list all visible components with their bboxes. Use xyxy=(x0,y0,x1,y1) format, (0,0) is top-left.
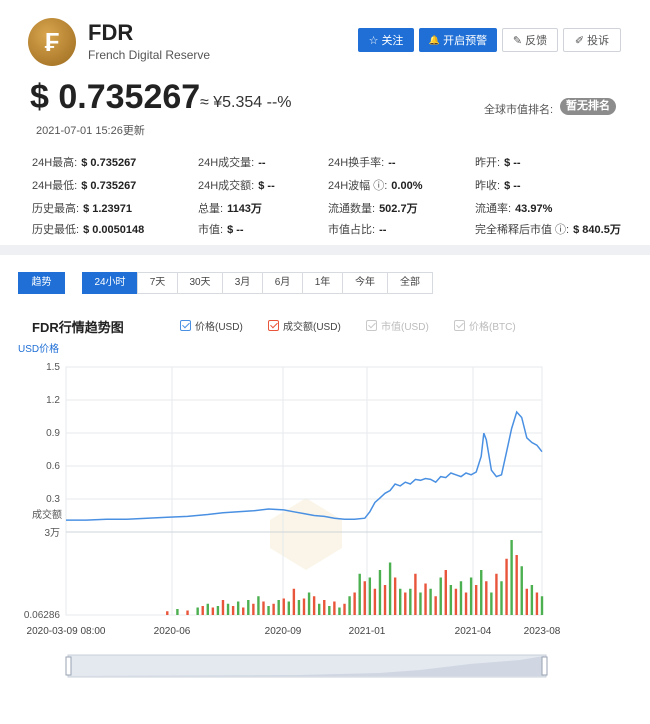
volume-bar xyxy=(363,581,366,615)
y-tick-label: 0.3 xyxy=(46,494,60,505)
volume-bar xyxy=(505,558,508,615)
volume-bar xyxy=(343,603,346,615)
volume-bar xyxy=(474,585,478,615)
volume-bar xyxy=(242,607,245,615)
volume-bar xyxy=(530,585,534,615)
zoom-handle-right xyxy=(541,656,548,676)
volume-bar xyxy=(424,583,427,615)
volume-bar xyxy=(262,601,265,615)
volume-bar xyxy=(267,606,270,615)
volume-bar xyxy=(272,603,275,615)
volume-bar xyxy=(444,570,447,615)
volume-bar xyxy=(252,603,255,615)
volume-bar xyxy=(297,600,301,615)
volume-bar xyxy=(419,592,422,615)
volume-bar xyxy=(383,585,387,615)
volume-bar xyxy=(328,606,331,615)
volume-bar xyxy=(292,588,296,615)
volume-bar xyxy=(368,577,372,615)
volume-bar xyxy=(317,603,321,615)
volume-bar xyxy=(515,555,518,615)
volume-tick-label: 3万 xyxy=(44,528,60,539)
x-tick-label: 2020-03-09 08:00 xyxy=(27,626,106,637)
x-tick-label: 2021-01 xyxy=(349,626,386,637)
volume-bar xyxy=(211,607,215,615)
volume-bar xyxy=(287,601,291,615)
zoom-handle-left xyxy=(65,656,72,676)
volume-bar xyxy=(221,600,225,615)
volume-bar xyxy=(388,562,392,615)
volume-bar xyxy=(540,596,544,615)
volume-bar xyxy=(464,592,468,615)
volume-bar xyxy=(525,588,529,615)
volume-bar xyxy=(166,611,169,615)
y-tick-label: 0.6 xyxy=(46,461,60,472)
volume-bar xyxy=(302,598,306,615)
volume-bar xyxy=(469,577,473,615)
x-tick-label: 2020-09 xyxy=(265,626,302,637)
volume-bar xyxy=(434,596,437,615)
volume-bar xyxy=(201,606,204,615)
volume-bar xyxy=(404,592,407,615)
volume-bar xyxy=(333,601,336,615)
volume-bar xyxy=(510,540,513,615)
volume-bar xyxy=(353,592,356,615)
volume-bar xyxy=(414,573,417,615)
y-tick-label: 0.9 xyxy=(46,428,60,439)
volume-bar xyxy=(338,607,341,615)
volume-bar xyxy=(449,585,453,615)
y-axis-label: USD价格 xyxy=(18,342,59,355)
volume-bar xyxy=(277,600,280,615)
volume-bar xyxy=(454,588,458,615)
x-tick-label: 2021-04 xyxy=(455,626,492,637)
volume-bar xyxy=(495,573,498,615)
volume-bar xyxy=(257,596,260,615)
volume-bar xyxy=(323,600,326,615)
volume-bar xyxy=(176,609,179,615)
volume-bar xyxy=(480,570,483,615)
volume-bar xyxy=(399,588,402,615)
volume-bar xyxy=(358,573,361,615)
volume-bar xyxy=(409,588,412,615)
volume-bar xyxy=(535,592,539,615)
volume-bar xyxy=(206,603,209,615)
volume-bar xyxy=(393,577,397,615)
volume-bar xyxy=(348,596,351,615)
y-tick-label: 1.5 xyxy=(46,362,60,373)
volume-tick-label: 0.06286 xyxy=(24,610,61,621)
volume-bar xyxy=(485,581,488,615)
volume-bar xyxy=(490,592,493,615)
x-tick-label: 2020-06 xyxy=(154,626,191,637)
volume-bar xyxy=(459,581,463,615)
volume-bar xyxy=(226,603,230,615)
watermark-logo xyxy=(270,498,342,570)
volume-bar xyxy=(282,598,285,615)
volume-bar xyxy=(307,592,311,615)
volume-bar xyxy=(247,600,250,615)
volume-bar xyxy=(312,596,316,615)
price-chart: 1.5 1.2 0.9 0.6 0.3 USD价格成交额 3万 0.06286 2020-03-… xyxy=(18,342,561,678)
volume-bar xyxy=(236,601,240,615)
volume-bar xyxy=(186,610,189,615)
volume-bar xyxy=(429,588,432,615)
volume-bar xyxy=(373,588,377,615)
x-tick-label: 2023-08 xyxy=(524,626,561,637)
volume-bar xyxy=(196,607,199,615)
y-tick-label: 1.2 xyxy=(46,395,60,406)
volume-bar xyxy=(378,570,382,615)
volume-bar xyxy=(520,566,523,615)
volume-bar xyxy=(216,606,220,615)
volume-bar xyxy=(231,606,235,615)
volume-bar xyxy=(500,581,503,615)
volume-axis-label: 成交额 xyxy=(32,508,62,521)
volume-bar xyxy=(439,577,442,615)
